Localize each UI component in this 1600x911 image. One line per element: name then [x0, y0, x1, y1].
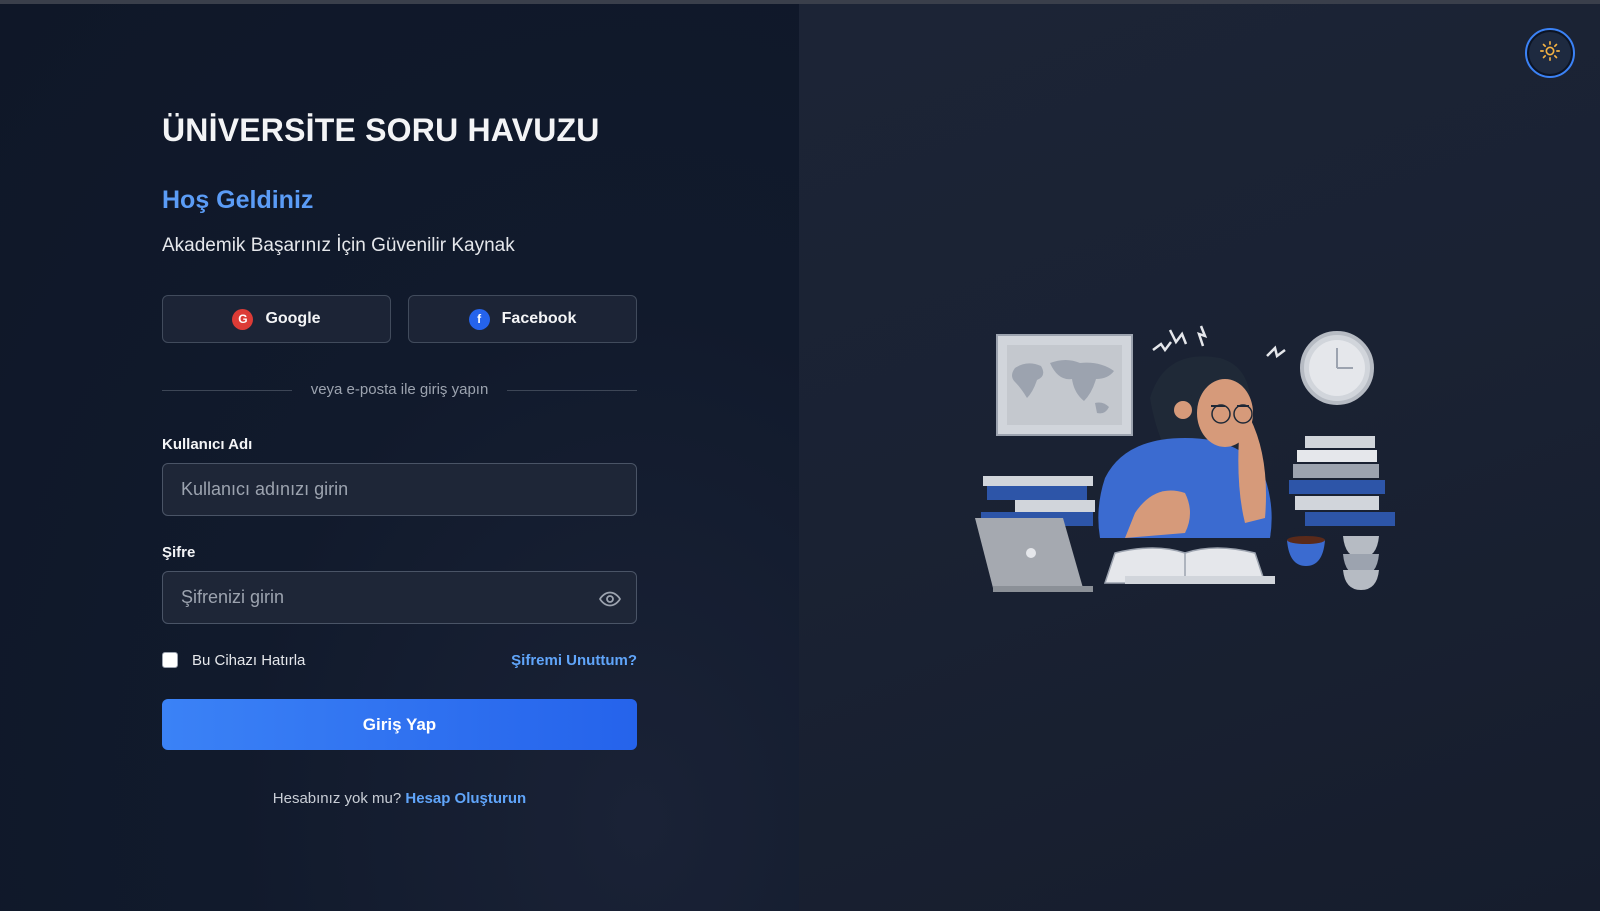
- login-button[interactable]: Giriş Yap: [162, 699, 637, 750]
- studying-student-illustration: [975, 325, 1395, 592]
- signup-prompt: Hesabınız yok mu? Hesap Oluşturun: [162, 790, 637, 807]
- theme-toggle-button[interactable]: [1525, 28, 1575, 78]
- remember-checkbox[interactable]: [162, 652, 178, 668]
- app-title: ÜNİVERSİTE SORU HAVUZU: [162, 112, 600, 148]
- remember-label: Bu Cihazı Hatırla: [192, 652, 306, 669]
- facebook-login-label: Facebook: [501, 310, 577, 327]
- facebook-icon: f: [468, 308, 490, 330]
- forgot-password-link[interactable]: Şifremi Unuttum?: [511, 652, 637, 669]
- eye-icon[interactable]: [598, 587, 622, 611]
- google-icon: G: [232, 308, 254, 330]
- tagline: Akademik Başarınız İçin Güvenilir Kaynak: [162, 235, 515, 256]
- username-input[interactable]: [162, 463, 637, 516]
- sun-icon: [1539, 40, 1561, 67]
- laptop-illustration: [975, 518, 1093, 592]
- google-login-button[interactable]: G Google: [162, 295, 391, 343]
- signup-prompt-text: Hesabınız yok mu?: [272, 790, 402, 807]
- signup-link[interactable]: Hesap Oluşturun: [405, 790, 526, 807]
- open-book-illustration: [1103, 547, 1275, 584]
- right-book-stack-illustration: [1289, 436, 1395, 526]
- password-label: Şifre: [162, 544, 196, 561]
- wall-clock-illustration: [1300, 331, 1374, 405]
- divider: veya e-posta ile giriş yapın: [162, 380, 637, 400]
- facebook-login-button[interactable]: f Facebook: [408, 295, 637, 343]
- welcome-heading: Hoş Geldiniz: [162, 186, 314, 214]
- world-map-illustration: [996, 334, 1133, 436]
- password-input[interactable]: [162, 571, 637, 624]
- login-panel: ÜNİVERSİTE SORU HAVUZU Hoş Geldiniz Akad…: [0, 4, 799, 911]
- coffee-cups-illustration: [1287, 536, 1379, 590]
- username-label: Kullanıcı Adı: [162, 436, 253, 453]
- stress-marks-illustration: [1152, 325, 1286, 359]
- google-login-label: Google: [265, 310, 321, 327]
- divider-line-right: [507, 390, 637, 391]
